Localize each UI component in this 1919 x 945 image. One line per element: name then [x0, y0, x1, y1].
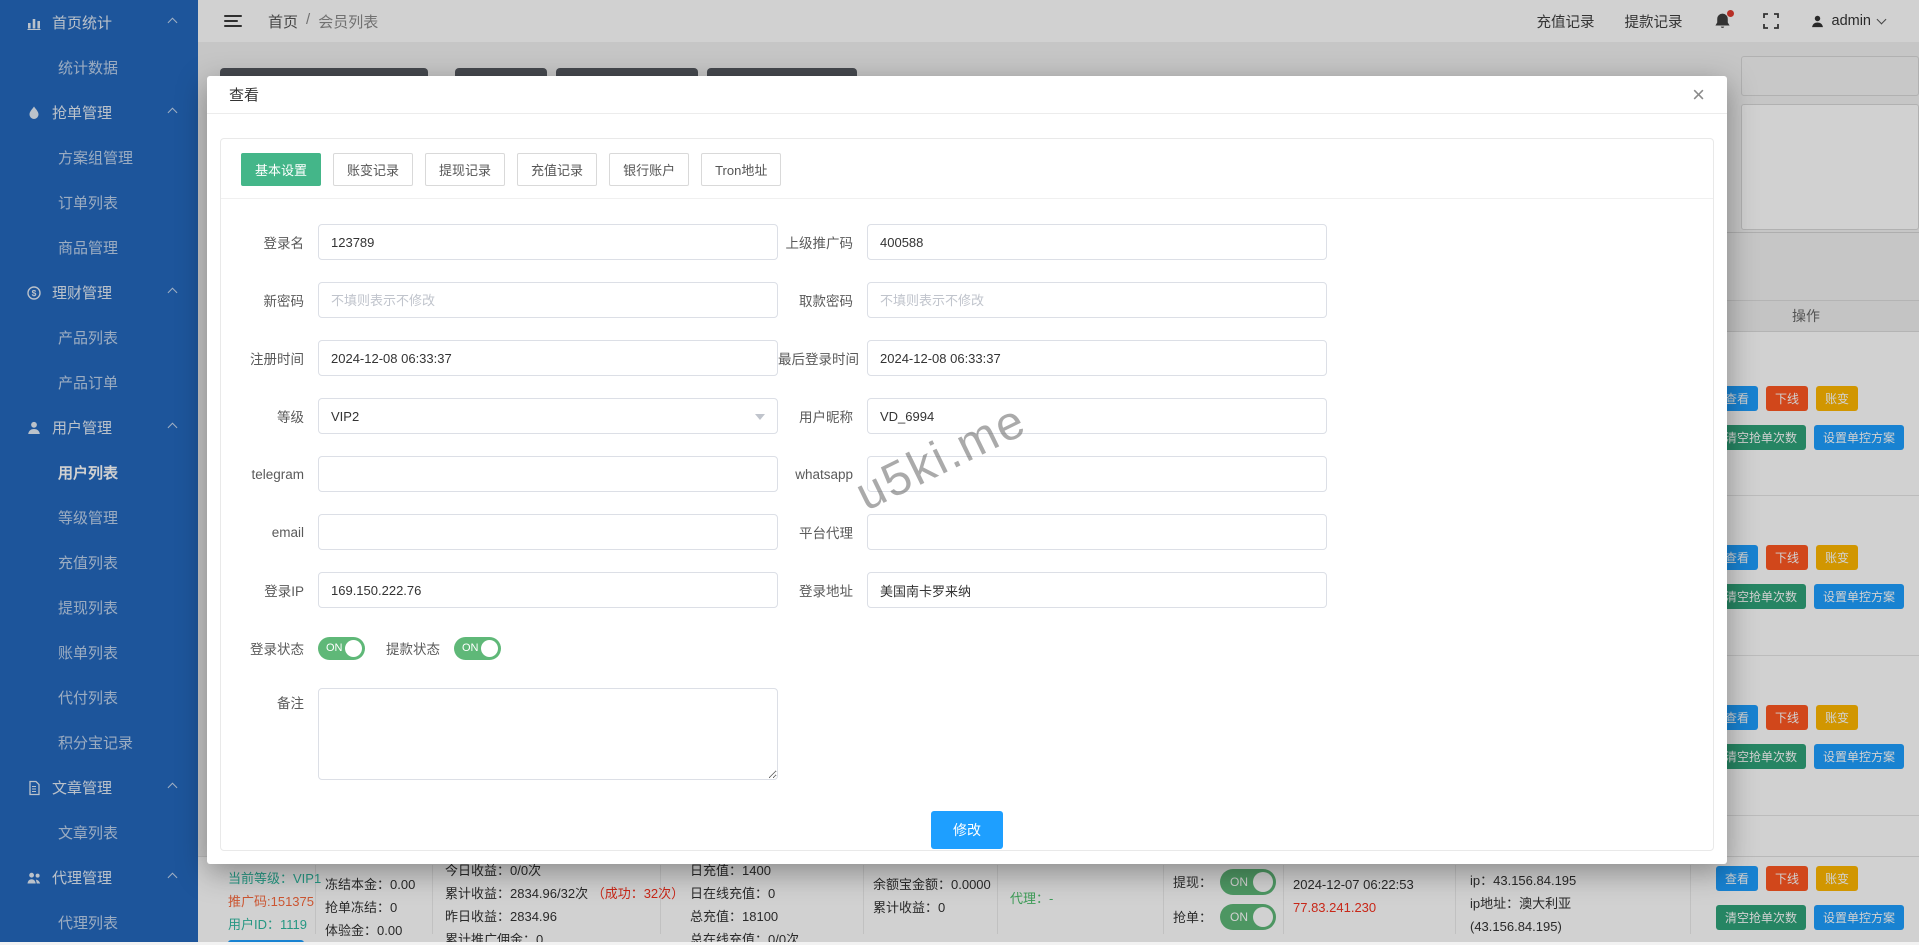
login-ip-input[interactable] — [318, 572, 778, 608]
withdraw-status-label: 提款状态 — [365, 638, 454, 658]
parent-promo-code-input[interactable] — [867, 224, 1327, 260]
level-value: VIP2 — [331, 409, 359, 424]
form-row: 登录名 上级推广码 — [221, 224, 1713, 260]
form-row: 登录状态 ON 提款状态 ON — [221, 630, 1713, 666]
chevron-down-icon — [755, 414, 765, 420]
login-status-label: 登录状态 — [221, 638, 318, 658]
login-name-label: 登录名 — [221, 232, 318, 252]
platform-agent-input[interactable] — [867, 514, 1327, 550]
close-icon[interactable]: × — [1692, 84, 1705, 106]
telegram-label: telegram — [221, 467, 318, 482]
telegram-input[interactable] — [318, 456, 778, 492]
whatsapp-label: whatsapp — [778, 467, 867, 482]
form-row: 新密码 取款密码 — [221, 282, 1713, 318]
tab-3[interactable]: 充值记录 — [517, 153, 597, 186]
level-select[interactable]: VIP2 — [318, 398, 778, 434]
login-ip-label: 登录IP — [221, 580, 318, 600]
platform-agent-label: 平台代理 — [778, 522, 867, 542]
tab-1[interactable]: 账变记录 — [333, 153, 413, 186]
register-time-label: 注册时间 — [221, 348, 318, 368]
login-address-label: 登录地址 — [778, 580, 867, 600]
login-address-input[interactable] — [867, 572, 1327, 608]
member-form: 登录名 上级推广码新密码 取款密码注册时间 最后登录时间等级 VIP2 用户昵称 teleg… — [221, 199, 1713, 666]
modal-header: 查看 × — [207, 76, 1727, 114]
form-row: 注册时间 最后登录时间 — [221, 340, 1713, 376]
tab-5[interactable]: Tron地址 — [701, 153, 781, 186]
modal-card: 基本设置账变记录提现记录充值记录银行账户 Tron地址 登录名 上级推广码新密码 取款… — [220, 138, 1714, 851]
withdraw-password-label: 取款密码 — [778, 290, 867, 310]
parent-promo-code-label: 上级推广码 — [778, 232, 867, 252]
withdraw-status-toggle[interactable]: ON — [454, 637, 501, 660]
whatsapp-input[interactable] — [867, 456, 1327, 492]
login-status-state: ON — [326, 642, 343, 654]
login-status-toggle[interactable]: ON — [318, 637, 365, 660]
modal-tabs: 基本设置账变记录提现记录充值记录银行账户 Tron地址 — [221, 139, 1713, 199]
nickname-label: 用户昵称 — [778, 406, 867, 426]
toggle-knob — [345, 640, 362, 657]
login-name-input[interactable] — [318, 224, 778, 260]
view-modal: 查看 × 基本设置账变记录提现记录充值记录银行账户 Tron地址 登录名 上级推广码… — [207, 76, 1727, 864]
remark-textarea[interactable] — [318, 688, 778, 780]
new-password-input[interactable] — [318, 282, 778, 318]
last-login-time-label: 最后登录时间 — [778, 348, 867, 368]
form-row: email 平台代理 — [221, 514, 1713, 550]
submit-button[interactable]: 修改 — [931, 811, 1003, 849]
tab-4[interactable]: 银行账户 — [609, 153, 689, 186]
modal-title: 查看 — [229, 84, 259, 105]
nickname-input[interactable] — [867, 398, 1327, 434]
email-label: email — [221, 525, 318, 540]
new-password-label: 新密码 — [221, 290, 318, 310]
withdraw-password-input[interactable] — [867, 282, 1327, 318]
level-label: 等级 — [221, 406, 318, 426]
toggle-knob — [481, 640, 498, 657]
last-login-time-input[interactable] — [867, 340, 1327, 376]
tab-0[interactable]: 基本设置 — [241, 153, 321, 186]
form-row: 等级 VIP2 用户昵称 — [221, 398, 1713, 434]
withdraw-status-state: ON — [462, 642, 479, 654]
email-input[interactable] — [318, 514, 778, 550]
remark-label: 备注 — [221, 688, 318, 712]
register-time-input[interactable] — [318, 340, 778, 376]
tab-2[interactable]: 提现记录 — [425, 153, 505, 186]
form-row: 登录IP 登录地址 — [221, 572, 1713, 608]
form-row: telegram whatsapp — [221, 456, 1713, 492]
